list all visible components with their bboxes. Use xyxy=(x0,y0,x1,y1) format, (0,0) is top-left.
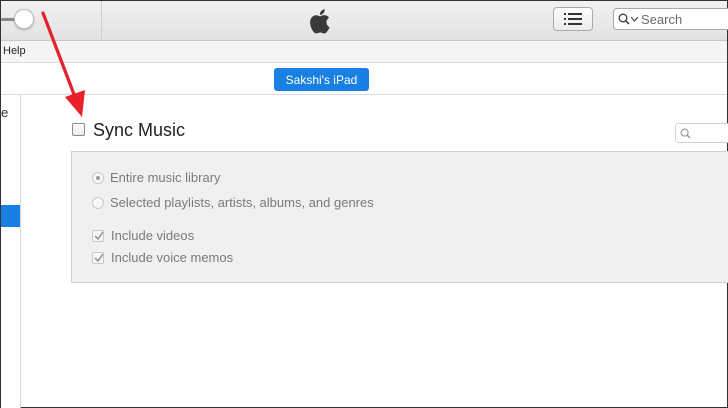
device-bar: Sakshi's iPad xyxy=(1,63,727,95)
title-bar: Search xyxy=(1,1,728,41)
list-view-button[interactable] xyxy=(553,7,593,31)
sidebar-item-label: e xyxy=(1,105,9,120)
option-include-videos-label: Include videos xyxy=(111,228,195,243)
checkmark-icon xyxy=(94,231,104,240)
option-include-voice-memos[interactable]: Include voice memos xyxy=(92,250,233,265)
volume-slider-knob[interactable] xyxy=(14,9,34,29)
option-selected-items-label: Selected playlists, artists, albums, and… xyxy=(110,195,374,210)
search-placeholder: Search xyxy=(641,11,683,27)
search-icon xyxy=(680,128,691,139)
menu-bar: Help xyxy=(1,41,727,63)
checkbox-include-videos[interactable] xyxy=(92,229,104,242)
device-button[interactable]: Sakshi's iPad xyxy=(274,68,369,91)
chevron-down-icon xyxy=(631,16,638,22)
sync-options-panel: Entire music library Selected playlists,… xyxy=(71,151,728,283)
apple-icon xyxy=(310,9,330,34)
title-bar-divider xyxy=(101,1,102,40)
option-entire-library-label: Entire music library xyxy=(110,170,221,185)
checkbox-include-voice-memos[interactable] xyxy=(92,251,104,264)
checkmark-icon xyxy=(94,253,104,262)
radio-selected-items[interactable] xyxy=(92,196,104,209)
option-entire-library[interactable]: Entire music library xyxy=(92,170,221,185)
search-input[interactable]: Search xyxy=(613,8,728,30)
list-icon xyxy=(564,13,582,25)
sidebar: e xyxy=(1,95,21,408)
option-selected-items[interactable]: Selected playlists, artists, albums, and… xyxy=(92,195,374,210)
menu-item-help[interactable]: Help xyxy=(3,45,26,57)
option-include-voice-memos-label: Include voice memos xyxy=(111,250,234,265)
sync-music-checkbox[interactable] xyxy=(72,123,85,136)
search-icon xyxy=(618,13,630,25)
radio-entire-library[interactable] xyxy=(92,171,104,184)
option-include-videos[interactable]: Include videos xyxy=(92,228,194,243)
sync-music-title: Sync Music xyxy=(93,120,186,140)
filter-search-input[interactable] xyxy=(675,123,728,143)
sidebar-item-selected[interactable] xyxy=(1,205,20,227)
